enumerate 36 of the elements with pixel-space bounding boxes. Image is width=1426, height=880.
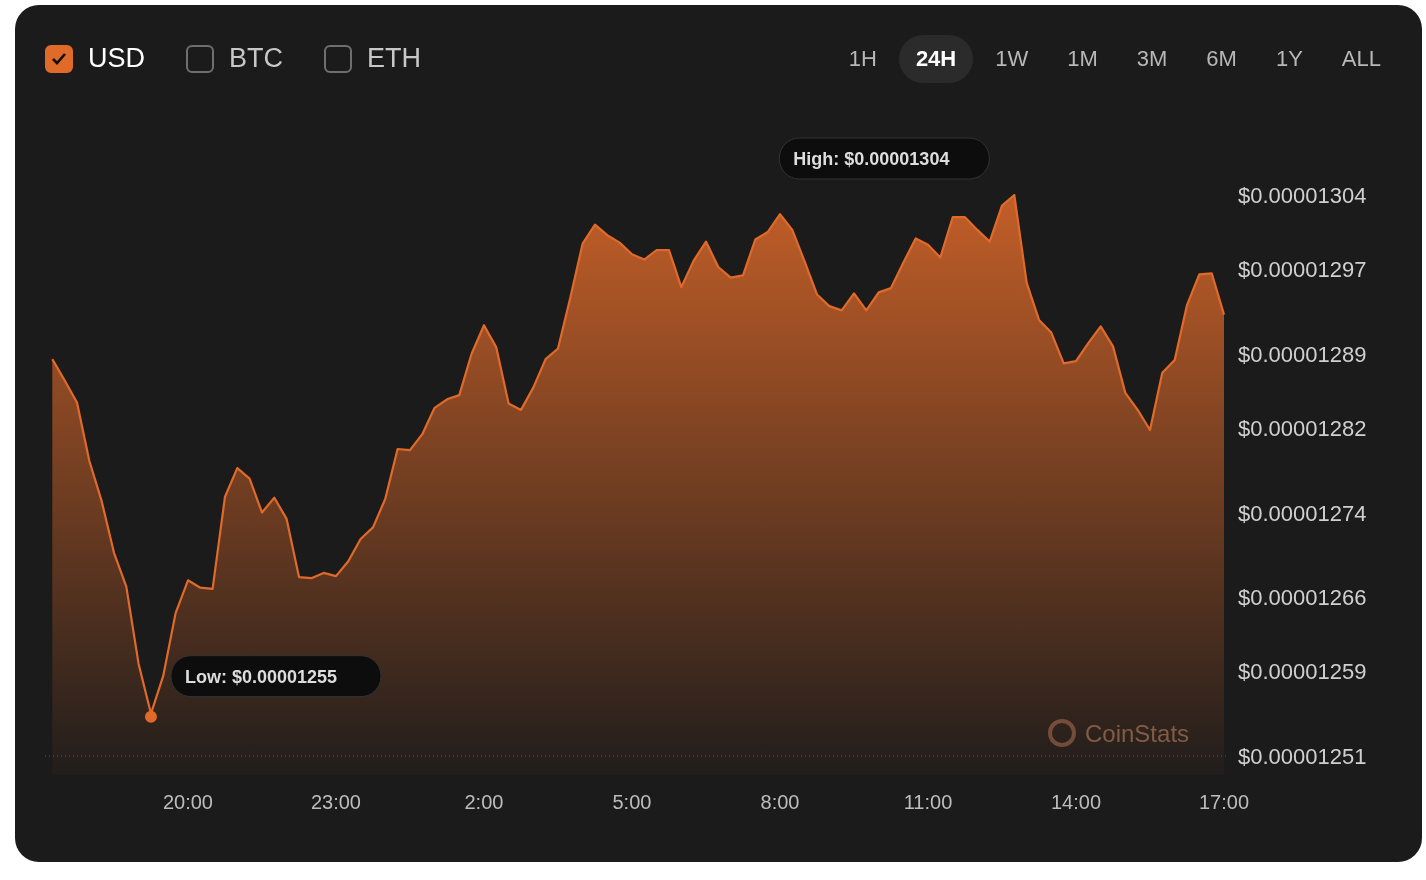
price-tooltip: Low: $0.00001255	[170, 655, 382, 698]
x-axis-label: 5:00	[612, 791, 652, 813]
y-axis-label: $0.00001266	[1238, 585, 1367, 611]
y-axis-label: $0.00001297	[1238, 257, 1367, 283]
range-tab[interactable]: 6M	[1189, 35, 1254, 83]
checkmark-icon	[51, 52, 67, 65]
x-axis-label: 23:00	[310, 791, 361, 813]
y-axis-label: $0.00001282	[1238, 415, 1367, 441]
x-axis-label: 20:00	[162, 791, 213, 813]
currency-label[interactable]: USD	[88, 43, 145, 74]
y-axis-label: $0.00001304	[1238, 183, 1367, 208]
range-tab[interactable]: 1H	[831, 35, 894, 83]
checkbox[interactable]	[45, 44, 73, 73]
x-axis-label: 11:00	[903, 791, 953, 813]
range-tab[interactable]: 1Y	[1258, 35, 1320, 83]
x-axis-label: 14:00	[1050, 791, 1102, 813]
price-tooltip: High: $0.00001304	[778, 137, 990, 180]
annotation: Low: $0.00001255	[184, 666, 338, 687]
y-axis-label: $0.00001251	[1238, 744, 1367, 769]
currency-label[interactable]: BTC	[229, 43, 283, 74]
y-axis-label: $0.00001259	[1238, 659, 1367, 685]
watermark-text: CoinStats	[1085, 720, 1190, 747]
range-tab[interactable]: 3M	[1119, 35, 1185, 83]
y-axis-label: $0.00001274	[1238, 500, 1367, 526]
range-tab[interactable]: 24H	[898, 35, 974, 83]
y-axis-label: $0.00001289	[1238, 341, 1367, 367]
x-axis-label: 2:00	[464, 791, 504, 813]
checkbox[interactable]	[324, 44, 352, 73]
range-tab[interactable]: 1M	[1050, 35, 1115, 83]
checkbox[interactable]	[186, 44, 214, 73]
x-axis-label: 8:00	[760, 791, 800, 813]
currency-label[interactable]: ETH	[367, 43, 421, 74]
low-point-marker	[144, 710, 157, 723]
range-tab[interactable]: ALL	[1324, 35, 1398, 83]
range-tab[interactable]: 1W	[978, 35, 1046, 83]
x-axis-label: 17:00	[1198, 791, 1250, 813]
